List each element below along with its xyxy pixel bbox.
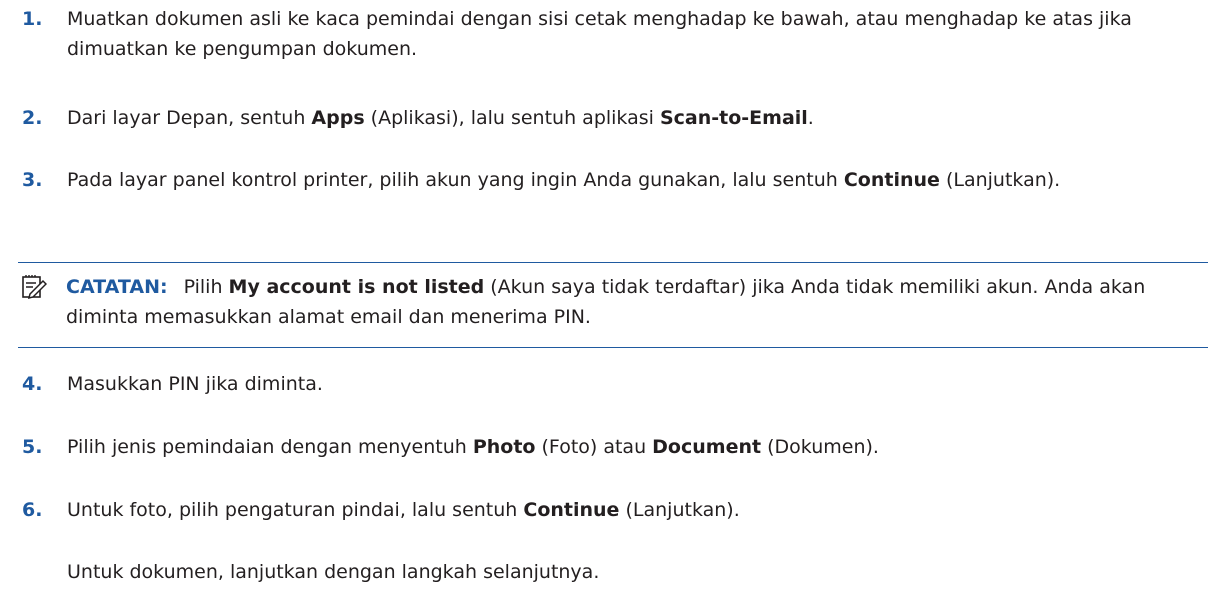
- text-run: (Dokumen).: [761, 436, 879, 458]
- text-run: Dari layar Depan, sentuh: [67, 107, 312, 129]
- bold-term: Apps: [311, 107, 365, 129]
- step-text: Untuk foto, pilih pengaturan pindai, lal…: [67, 495, 1207, 525]
- text-run: .: [807, 107, 814, 129]
- step-number: 4.: [22, 373, 43, 395]
- document-page: { "steps": [ {"num": "1.", "parts": [ {"…: [0, 0, 1219, 598]
- step-text: Dari layar Depan, sentuh Apps (Aplikasi)…: [67, 103, 1207, 133]
- step-text: Pilih jenis pemindaian dengan menyentuh …: [67, 432, 1207, 462]
- text-run: (Aplikasi), lalu sentuh aplikasi: [364, 107, 660, 129]
- step-number: 3.: [22, 169, 43, 191]
- bold-term: Document: [652, 436, 762, 458]
- text-run: Pilih jenis pemindaian dengan menyentuh: [67, 436, 473, 458]
- step-number: 2.: [22, 107, 43, 129]
- step-number: 5.: [22, 436, 43, 458]
- step-number: 6.: [22, 499, 43, 521]
- text-run: Pada layar panel kontrol printer, pilih …: [67, 169, 844, 191]
- step-text: Masukkan PIN jika diminta.: [67, 369, 1207, 399]
- text-run: Muatkan dokumen asli ke kaca pemindai de…: [67, 8, 1132, 60]
- bold-term: Continue: [843, 169, 940, 191]
- note-text: CATATAN: Pilih My account is not listed (…: [66, 272, 1196, 332]
- step-number: 1.: [22, 8, 43, 30]
- step-6-continuation: Untuk dokumen, lanjutkan dengan langkah …: [67, 561, 600, 583]
- step-text: Muatkan dokumen asli ke kaca pemindai de…: [67, 4, 1207, 64]
- note-body: Pilih My account is not listed (Akun say…: [66, 276, 1145, 328]
- text-run: (Foto) atau: [535, 436, 653, 458]
- bold-term: Scan-to-Email: [659, 107, 808, 129]
- note-label: CATATAN:: [66, 276, 168, 298]
- step-text: Pada layar panel kontrol printer, pilih …: [67, 165, 1207, 195]
- note-pencil-icon: [22, 275, 47, 300]
- bold-term: Continue: [523, 499, 620, 521]
- note-box: CATATAN: Pilih My account is not listed (…: [18, 262, 1208, 348]
- text-run: Masukkan PIN jika diminta.: [67, 373, 323, 395]
- text-run: Pilih: [183, 276, 229, 298]
- text-run: (Lanjutkan).: [939, 169, 1061, 191]
- bold-term: Photo: [472, 436, 536, 458]
- bold-term: My account is not listed: [228, 276, 485, 298]
- text-run: (Lanjutkan).: [619, 499, 740, 521]
- text-run: Untuk foto, pilih pengaturan pindai, lal…: [67, 499, 524, 521]
